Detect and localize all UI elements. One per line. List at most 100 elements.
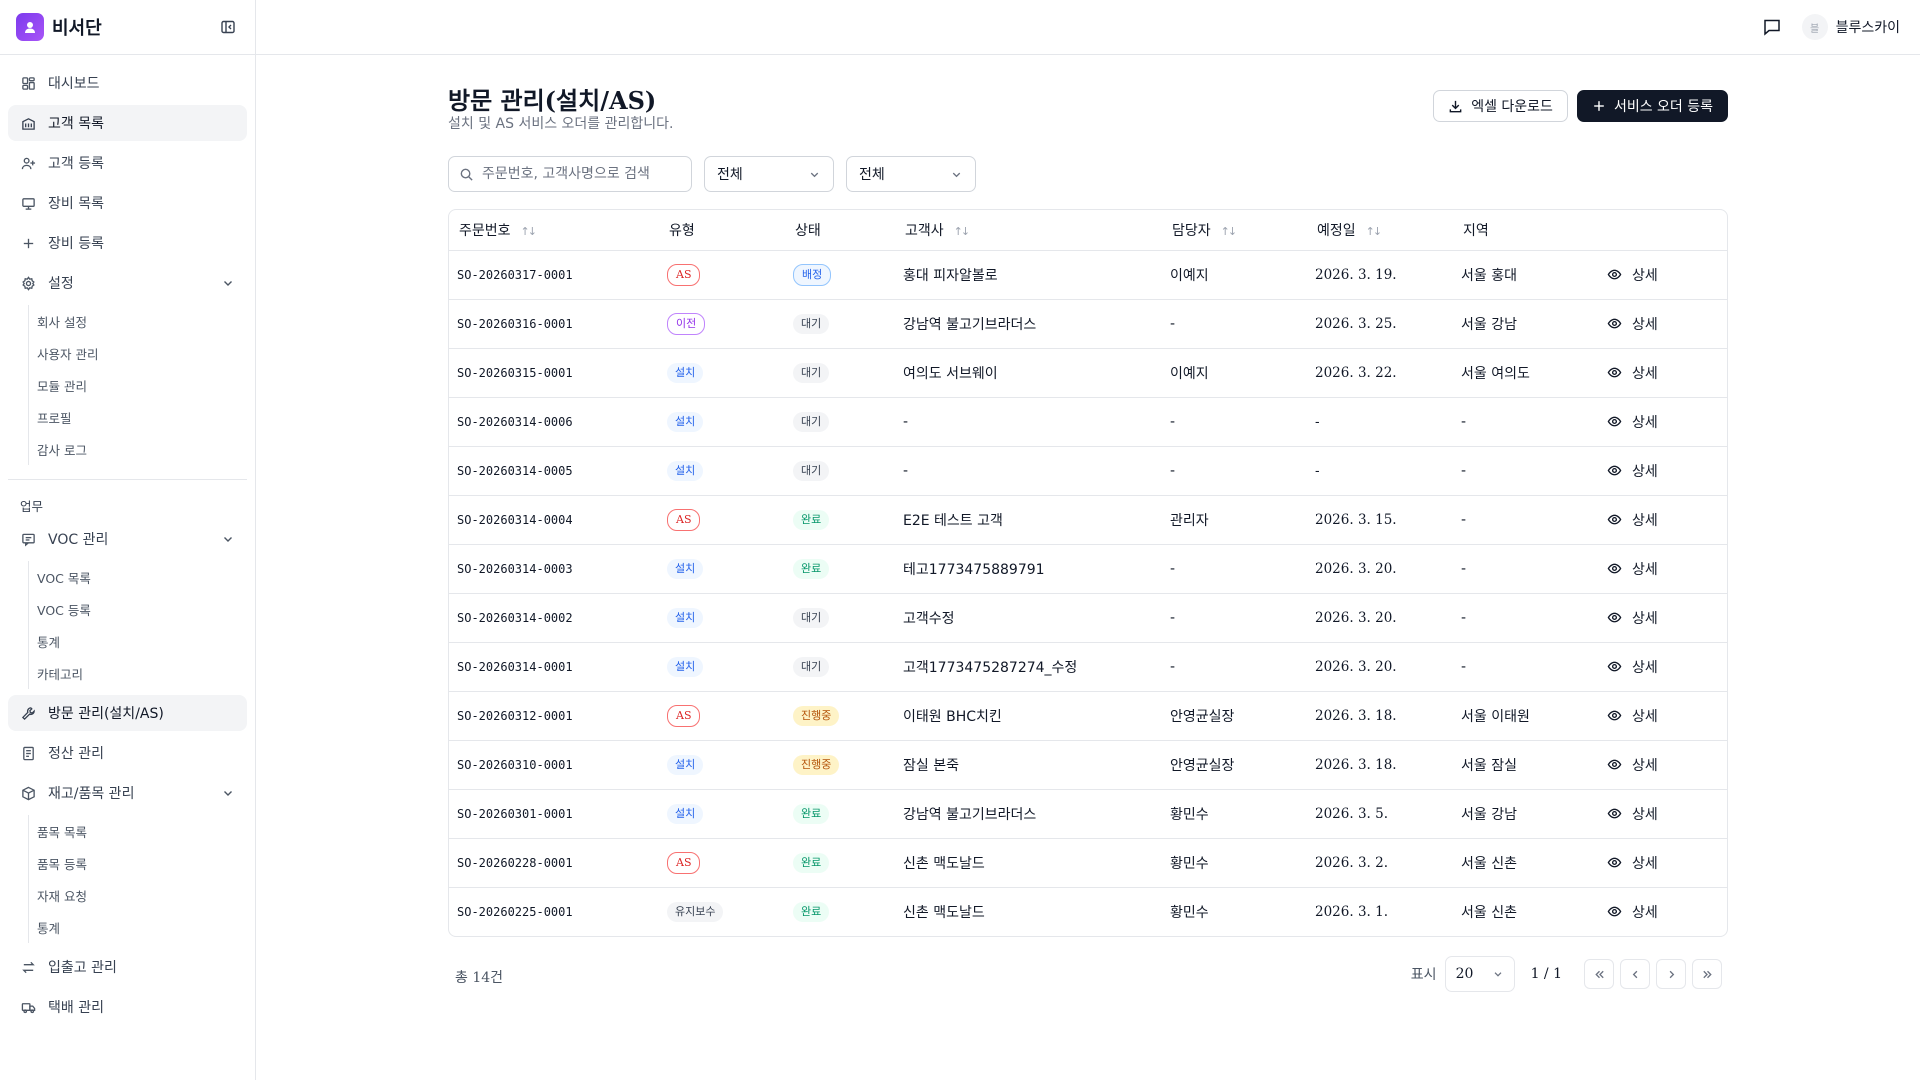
table-row[interactable]: SO-20260314-0006 설치 대기 - - - - 상세: [449, 397, 1727, 447]
chevron-down-icon[interactable]: [221, 786, 235, 800]
cell-scheduled-date: 2026. 3. 20.: [1307, 544, 1453, 594]
sidebar-subitem-module-management[interactable]: 모듈 관리: [37, 369, 247, 401]
status-filter-select[interactable]: 전체: [846, 156, 976, 192]
message-square-icon: [20, 531, 36, 547]
search-input[interactable]: [482, 166, 672, 182]
table-row[interactable]: SO-20260314-0005 설치 대기 - - - - 상세: [449, 446, 1727, 496]
first-page-button[interactable]: [1584, 959, 1614, 989]
chevron-down-icon[interactable]: [221, 276, 235, 290]
detail-button[interactable]: 상세: [1607, 853, 1727, 873]
detail-button[interactable]: 상세: [1607, 412, 1727, 432]
type-badge: 이전: [667, 312, 706, 335]
sidebar-item-equipment-list[interactable]: 장비 목록: [8, 185, 247, 221]
sidebar-item-customer-list[interactable]: 고객 목록: [8, 105, 247, 141]
sidebar-item-visit-management[interactable]: 방문 관리(설치/AS): [8, 695, 247, 731]
cell-customer: 홍대 피자알볼로: [895, 250, 1162, 300]
assignee-name: -: [1170, 658, 1176, 675]
sidebar-item-voc[interactable]: VOC 관리: [8, 521, 247, 557]
table-row[interactable]: SO-20260312-0001 AS 진행중 이태원 BHC치킨 안영균실장 2026.…: [449, 691, 1727, 741]
sidebar-subitem-voc-list[interactable]: VOC 목록: [37, 561, 247, 593]
sidebar-subitem-item-list[interactable]: 품목 목록: [37, 815, 247, 847]
scheduled-date: -: [1315, 413, 1320, 430]
table-row[interactable]: SO-20260225-0001 유지보수 완료 신촌 맥도날드 황민수 2026. 3.…: [449, 887, 1727, 936]
table-row[interactable]: SO-20260310-0001 설치 진행중 잠실 본죽 안영균실장 2026. 3. …: [449, 740, 1727, 790]
register-order-button[interactable]: 서비스 오더 등록: [1576, 90, 1728, 122]
column-header-assignee[interactable]: 담당자 ↑↓: [1162, 210, 1307, 251]
user-menu[interactable]: 블 블루스카이: [1801, 14, 1900, 40]
table-row[interactable]: SO-20260301-0001 설치 완료 강남역 불고기브라더스 황민수 2026. …: [449, 789, 1727, 839]
sidebar-item-settings[interactable]: 설정: [8, 265, 247, 301]
brand-logo[interactable]: [16, 13, 44, 41]
chevron-down-icon[interactable]: [221, 532, 235, 546]
next-page-button[interactable]: [1656, 959, 1686, 989]
cell-type: 설치: [659, 789, 785, 839]
region: 서울 이태원: [1461, 708, 1530, 725]
cell-region: -: [1453, 495, 1599, 545]
table-row[interactable]: SO-20260316-0001 이전 대기 강남역 불고기브라더스 - 2026. 3.…: [449, 299, 1727, 349]
search-box[interactable]: [448, 156, 692, 192]
sidebar-collapse-icon[interactable]: [217, 16, 239, 38]
prev-page-button[interactable]: [1620, 959, 1650, 989]
sidebar-subitem-company-settings[interactable]: 회사 설정: [37, 305, 247, 337]
eye-icon: [1607, 757, 1622, 772]
column-header-order-no[interactable]: 주문번호 ↑↓: [449, 210, 659, 251]
sidebar-item-customer-register[interactable]: 고객 등록: [8, 145, 247, 181]
sort-icon[interactable]: ↑↓: [521, 225, 538, 238]
last-page-button[interactable]: [1692, 959, 1722, 989]
eye-icon: [1607, 316, 1622, 331]
cell-customer: -: [895, 446, 1162, 496]
sidebar-subitem-inventory-stats[interactable]: 통계: [37, 911, 247, 943]
detail-button[interactable]: 상세: [1607, 902, 1727, 922]
sidebar-subitem-voc-register[interactable]: VOC 등록: [37, 593, 247, 625]
detail-button[interactable]: 상세: [1607, 559, 1727, 579]
brand-name: 비서단: [52, 18, 102, 39]
cell-customer: 고객1773475287274_수정: [895, 642, 1162, 692]
sidebar-subitem-voc-category[interactable]: 카테고리: [37, 657, 247, 689]
sidebar-item-equipment-register[interactable]: 장비 등록: [8, 225, 247, 261]
sidebar-subitem-user-management[interactable]: 사용자 관리: [37, 337, 247, 369]
sidebar-subitem-audit-log[interactable]: 감사 로그: [37, 433, 247, 465]
sidebar-nav: 대시보드 고객 목록 고객 등록 장비 목록 장비 등록 설정 회사 설정 사용…: [0, 55, 255, 1039]
message-icon[interactable]: [1754, 9, 1790, 45]
column-header-scheduled-date[interactable]: 예정일 ↑↓: [1307, 210, 1453, 251]
table-row[interactable]: SO-20260228-0001 AS 완료 신촌 맥도날드 황민수 2026. 3. 2…: [449, 838, 1727, 888]
table-row[interactable]: SO-20260314-0002 설치 대기 고객수정 - 2026. 3. 20. - 상세: [449, 593, 1727, 643]
sidebar-subitem-item-register[interactable]: 품목 등록: [37, 847, 247, 879]
detail-button[interactable]: 상세: [1607, 510, 1727, 530]
table-row[interactable]: SO-20260315-0001 설치 대기 여의도 서브웨이 이예지 2026. 3. …: [449, 348, 1727, 398]
sidebar-item-inventory[interactable]: 재고/품목 관리: [8, 775, 247, 811]
sidebar-subitem-voc-stats[interactable]: 통계: [37, 625, 247, 657]
sidebar-item-inout[interactable]: 입출고 관리: [8, 949, 247, 985]
detail-button[interactable]: 상세: [1607, 608, 1727, 628]
detail-button[interactable]: 상세: [1607, 461, 1727, 481]
detail-button[interactable]: 상세: [1607, 363, 1727, 383]
type-filter-select[interactable]: 전체: [704, 156, 834, 192]
sort-icon[interactable]: ↑↓: [954, 225, 971, 238]
sidebar-item-dashboard[interactable]: 대시보드: [8, 65, 247, 101]
table-row[interactable]: SO-20260314-0001 설치 대기 고객1773475287274_수정 - 2…: [449, 642, 1727, 692]
sidebar-subitem-profile[interactable]: 프로필: [37, 401, 247, 433]
page-size-select[interactable]: 20: [1444, 956, 1515, 992]
detail-button[interactable]: 상세: [1607, 314, 1727, 334]
detail-button[interactable]: 상세: [1607, 657, 1727, 677]
table-row[interactable]: SO-20260314-0003 설치 완료 테고1773475889791 - 2026…: [449, 544, 1727, 594]
detail-button[interactable]: 상세: [1607, 755, 1727, 775]
detail-button[interactable]: 상세: [1607, 804, 1727, 824]
detail-button[interactable]: 상세: [1607, 706, 1727, 726]
sidebar-subitem-material-request[interactable]: 자재 요청: [37, 879, 247, 911]
detail-button[interactable]: 상세: [1607, 265, 1727, 285]
excel-download-button[interactable]: 엑셀 다운로드: [1433, 90, 1568, 122]
table-row[interactable]: SO-20260314-0004 AS 완료 E2E 테스트 고객 관리자 2026. 3…: [449, 495, 1727, 545]
scheduled-date: 2026. 3. 20.: [1315, 560, 1397, 577]
sidebar-item-delivery[interactable]: 택배 관리: [8, 989, 247, 1025]
order-number: SO-20260314-0006: [457, 414, 573, 429]
sort-icon[interactable]: ↑↓: [1366, 225, 1383, 238]
sort-icon[interactable]: ↑↓: [1221, 225, 1238, 238]
customer-name: 잠실 본죽: [903, 757, 959, 774]
order-number: SO-20260315-0001: [457, 365, 573, 380]
column-header-customer[interactable]: 고객사 ↑↓: [895, 210, 1162, 251]
cell-assignee: -: [1162, 642, 1307, 692]
table-row[interactable]: SO-20260317-0001 AS 배정 홍대 피자알볼로 이예지 2026. 3. …: [449, 250, 1727, 300]
cell-actions: 상세: [1599, 887, 1727, 936]
sidebar-item-settlement[interactable]: 정산 관리: [8, 735, 247, 771]
